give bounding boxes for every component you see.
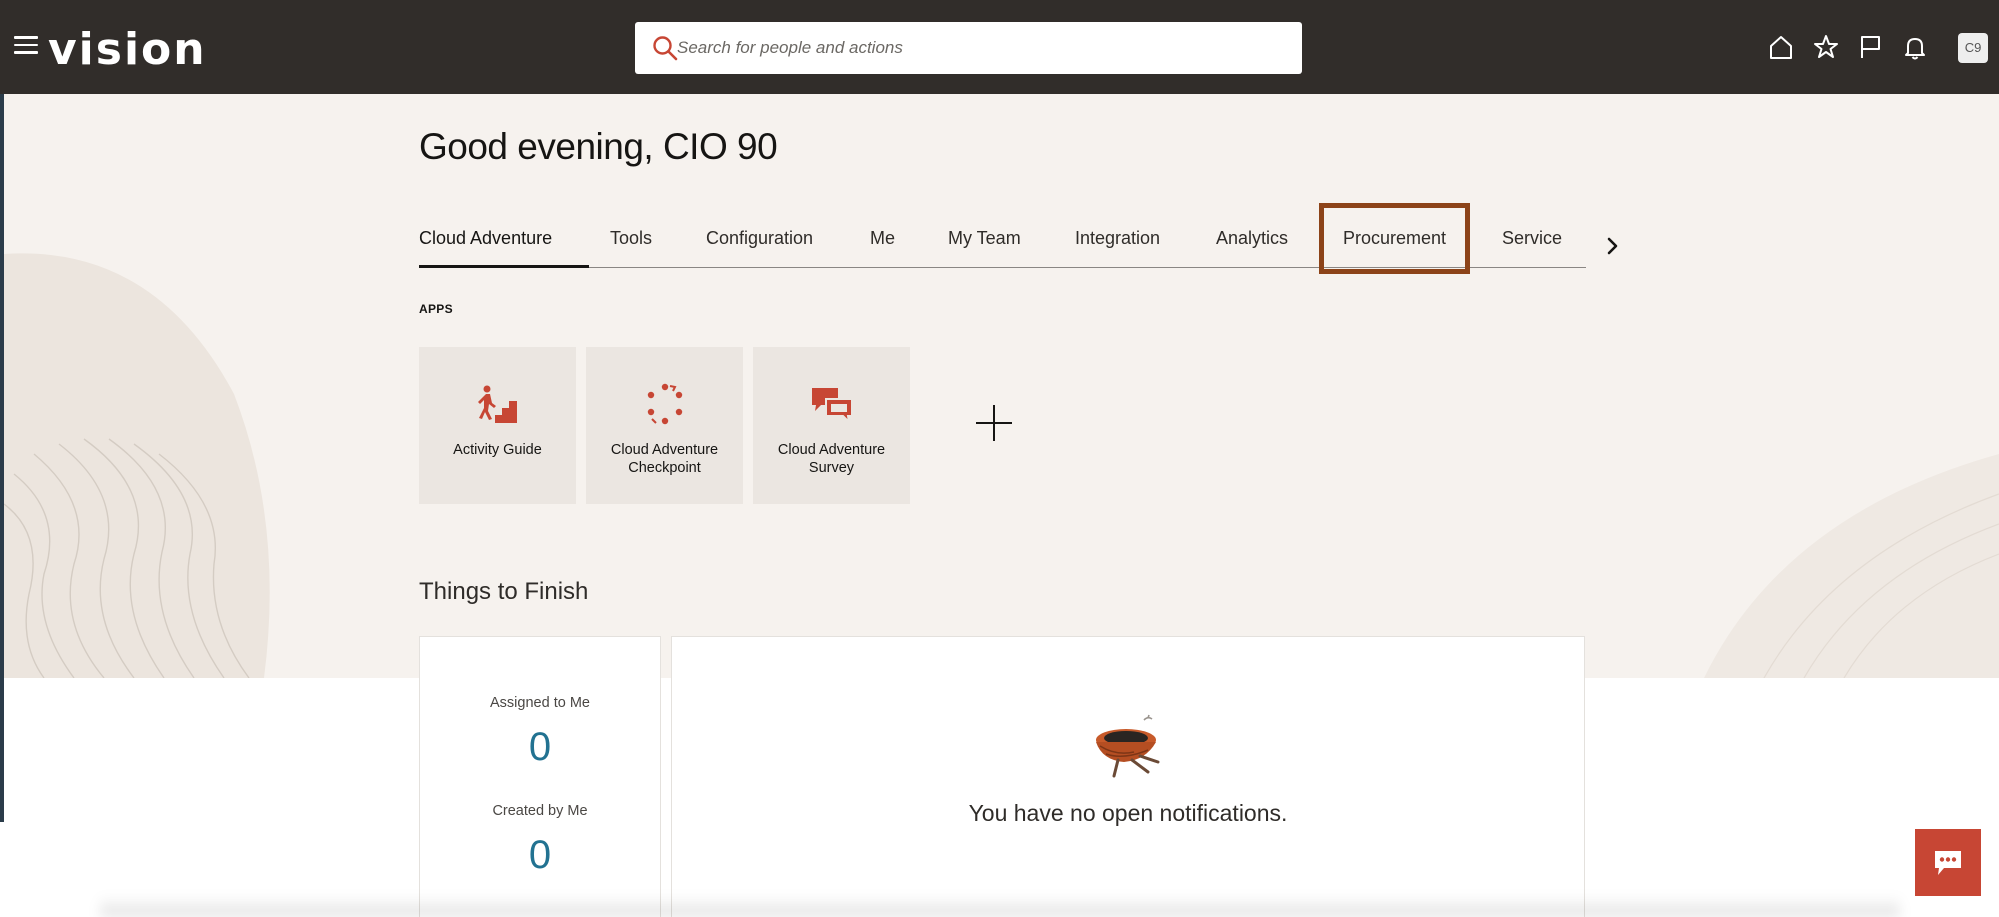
apps-heading: APPS [419, 302, 453, 316]
page-greeting: Good evening, CIO 90 [419, 126, 778, 167]
bird-nest-icon [1096, 714, 1160, 778]
bell-icon[interactable] [1901, 33, 1929, 61]
created-by-me-count[interactable]: 0 [420, 833, 660, 878]
chat-button[interactable] [1915, 829, 1981, 896]
vision-logo[interactable]: vision [48, 22, 207, 78]
assigned-to-me-label: Assigned to Me [490, 695, 590, 711]
assigned-to-me-count[interactable]: 0 [420, 725, 660, 770]
search-icon [653, 36, 678, 61]
stairs-person-icon [478, 385, 517, 423]
tile-label: Cloud Adventure Checkpoint [610, 442, 719, 476]
active-tab-indicator [419, 265, 589, 268]
chevron-right-icon[interactable] [1600, 234, 1624, 258]
empty-notifications-message: You have no open notifications. [968, 800, 1288, 826]
tab-configuration[interactable]: Configuration [706, 228, 813, 249]
tab-tools[interactable]: Tools [610, 228, 652, 249]
tab-integration[interactable]: Integration [1075, 228, 1160, 249]
app-tile-cloud-adventure-checkpoint[interactable]: Cloud Adventure Checkpoint [586, 347, 743, 504]
add-app-icon[interactable] [974, 403, 1014, 443]
tab-my-team[interactable]: My Team [948, 228, 1021, 249]
chat-bubble-icon [1935, 851, 1961, 875]
things-to-finish-title: Things to Finish [419, 578, 589, 605]
search-box[interactable] [635, 22, 1302, 74]
home-icon[interactable] [1767, 33, 1795, 61]
avatar[interactable]: C9 [1958, 33, 1988, 63]
app-tile-cloud-adventure-survey[interactable]: Cloud Adventure Survey [753, 347, 910, 504]
created-by-me-label: Created by Me [492, 803, 588, 819]
chat-bubbles-icon [812, 388, 853, 425]
tile-label: Cloud Adventure Survey [777, 442, 886, 476]
tab-analytics[interactable]: Analytics [1216, 228, 1288, 249]
task-counts-card: Assigned to Me 0 Created by Me 0 [419, 636, 661, 917]
app-tile-activity-guide[interactable]: Activity Guide [419, 347, 576, 504]
flag-icon[interactable] [1856, 33, 1884, 61]
tab-me[interactable]: Me [870, 228, 895, 249]
hero-background [4, 94, 1999, 678]
menu-icon[interactable] [14, 36, 38, 56]
star-icon[interactable] [1812, 33, 1840, 61]
search-input[interactable] [677, 30, 1287, 66]
procurement-highlight-box [1319, 203, 1470, 274]
tile-label: Activity Guide [453, 442, 542, 458]
bottom-shadow [100, 896, 1900, 917]
tab-service[interactable]: Service [1502, 228, 1562, 249]
tab-cloud-adventure[interactable]: Cloud Adventure [419, 228, 552, 249]
checkpoint-cycle-icon [647, 383, 683, 425]
global-header: vision C9 [0, 0, 1999, 94]
